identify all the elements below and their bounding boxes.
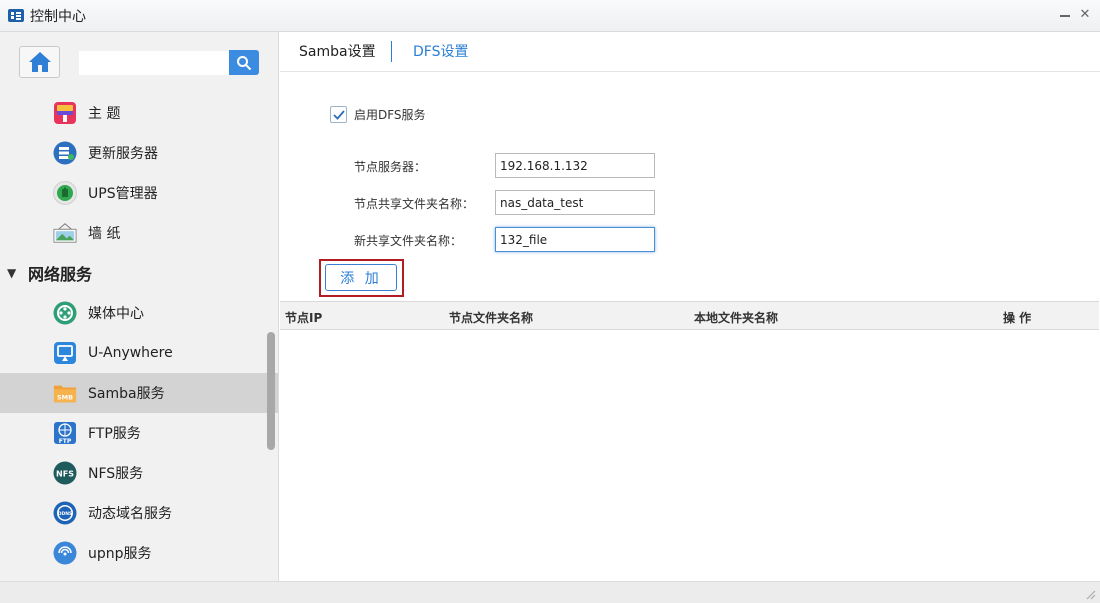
status-bar: [0, 581, 1100, 603]
control-panel-icon: [8, 9, 24, 22]
sidebar-item-ups[interactable]: UPS管理器: [0, 173, 269, 213]
sidebar-item-label: 更新服务器: [88, 146, 158, 162]
node-server-input[interactable]: [495, 153, 655, 178]
sidebar-item-label: NFS服务: [88, 466, 144, 482]
sidebar-item-label: UPS管理器: [88, 186, 158, 202]
table-header: 节点IP 节点文件夹名称 本地文件夹名称 操 作: [280, 301, 1099, 330]
home-icon: [28, 52, 51, 72]
ups-icon: [53, 181, 77, 205]
sidebar-item-label: 主 题: [88, 106, 121, 122]
sidebar-item-u-anywhere[interactable]: U-Anywhere: [0, 333, 269, 373]
new-share-input[interactable]: [495, 227, 655, 252]
sidebar-item-update-server[interactable]: 更新服务器: [0, 133, 269, 173]
sidebar-item-ftp[interactable]: FTP FTP服务: [0, 413, 269, 453]
sidebar-item-label: U-Anywhere: [88, 345, 173, 361]
node-server-label: 节点服务器：: [354, 160, 427, 174]
sidebar-item-theme[interactable]: 主 题: [0, 93, 269, 133]
minimize-icon[interactable]: [1058, 8, 1072, 22]
window-title: 控制中心: [30, 8, 86, 25]
ddns-badge: DDNS: [58, 511, 72, 517]
sidebar-item-media-center[interactable]: 媒体中心: [0, 293, 269, 333]
sidebar-item-upnp[interactable]: upnp服务: [0, 533, 269, 573]
checkmark-icon: [333, 110, 345, 120]
upnp-icon: [53, 541, 77, 565]
node-share-input[interactable]: [495, 190, 655, 215]
enable-dfs-label: 启用DFS服务: [354, 108, 426, 122]
theme-icon: [53, 101, 77, 125]
enable-dfs-checkbox[interactable]: [330, 106, 347, 123]
sidebar-scrollbar[interactable]: [267, 332, 275, 450]
title-bar: 控制中心 ✕: [0, 0, 1100, 32]
ddns-icon: DDNS: [53, 501, 77, 525]
search-button[interactable]: [229, 50, 259, 75]
main-panel: Samba设置 DFS设置 启用DFS服务 节点服务器： 节点共享文件夹名称： …: [280, 32, 1100, 581]
u-anywhere-icon: [53, 341, 77, 365]
sidebar-item-label: 动态域名服务: [88, 506, 172, 522]
ftp-badge: FTP: [59, 438, 72, 445]
close-icon[interactable]: ✕: [1078, 8, 1092, 22]
sidebar-item-wallpaper[interactable]: 墙 纸: [0, 213, 269, 253]
column-local-folder: 本地文件夹名称: [694, 311, 779, 325]
samba-icon: SMB: [53, 381, 77, 405]
ftp-icon: FTP: [53, 421, 77, 445]
nfs-badge: NFS: [56, 470, 74, 479]
sidebar-item-label: 墙 纸: [88, 226, 121, 242]
search-icon: [237, 55, 252, 70]
new-share-label: 新共享文件夹名称：: [354, 234, 463, 248]
add-button[interactable]: 添 加: [325, 264, 397, 291]
sidebar-item-label: 媒体中心: [88, 306, 144, 322]
sidebar: 主 题 更新服务器 UPS管理器 墙 纸 ▼ 网络服务 媒体中心 U-Anywh…: [0, 32, 279, 581]
tab-dfs-settings[interactable]: DFS设置: [413, 41, 468, 61]
tab-samba-settings[interactable]: Samba设置: [299, 41, 376, 61]
samba-badge: SMB: [57, 393, 73, 401]
search-input[interactable]: [79, 51, 229, 75]
column-actions: 操 作: [1003, 311, 1032, 325]
update-server-icon: [53, 141, 77, 165]
group-label: 网络服务: [28, 265, 93, 284]
home-button[interactable]: [19, 46, 60, 78]
column-node-ip: 节点IP: [285, 311, 323, 325]
media-center-icon: [53, 301, 77, 325]
sidebar-item-label: Samba服务: [88, 386, 165, 402]
sidebar-item-label: upnp服务: [88, 546, 152, 562]
wallpaper-icon: [53, 221, 77, 245]
collapse-arrow-icon: ▼: [7, 266, 17, 280]
resize-grip-icon[interactable]: [1084, 588, 1096, 600]
group-network-services[interactable]: ▼ 网络服务: [0, 253, 269, 293]
tab-separator: [391, 41, 392, 62]
nfs-icon: NFS: [53, 461, 77, 485]
sidebar-item-ddns[interactable]: DDNS 动态域名服务: [0, 493, 269, 533]
sidebar-item-samba[interactable]: SMB Samba服务: [0, 373, 278, 413]
column-node-folder: 节点文件夹名称: [449, 311, 534, 325]
node-share-label: 节点共享文件夹名称：: [354, 197, 475, 211]
sidebar-item-label: FTP服务: [88, 426, 141, 442]
sidebar-item-nfs[interactable]: NFS NFS服务: [0, 453, 269, 493]
tab-bar: Samba设置 DFS设置: [280, 32, 1100, 72]
